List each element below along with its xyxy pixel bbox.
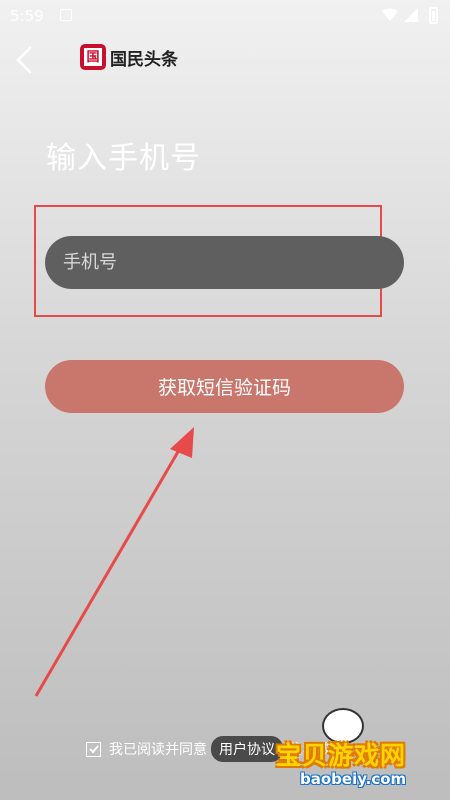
page-title: 输入手机号 <box>46 141 201 176</box>
agreement-checkbox[interactable] <box>86 741 101 757</box>
battery-icon <box>429 7 438 24</box>
wifi-icon <box>382 8 398 21</box>
phone-number-input[interactable] <box>45 236 404 289</box>
status-bar: 5:59 <box>0 0 450 32</box>
logo-text: 国民头条 <box>110 49 178 70</box>
app-logo: 国 国民头条 <box>80 44 178 70</box>
back-chevron-icon[interactable] <box>10 42 46 78</box>
watermark-url: baobeiy.com <box>300 770 407 788</box>
watermark-text: 宝贝游戏网 <box>276 741 407 770</box>
signal-icon <box>404 8 418 22</box>
agreement-prefix: 我已阅读并同意 <box>109 742 207 758</box>
status-time: 5:59 <box>10 7 44 25</box>
logo-mark: 国 <box>80 44 106 70</box>
watermark: 宝贝游戏网 baobeiy.com <box>272 708 444 796</box>
logo-mark-glyph: 国 <box>84 48 102 66</box>
notification-icon <box>60 9 72 21</box>
get-sms-code-button[interactable]: 获取短信验证码 <box>45 360 404 413</box>
checkmark-icon <box>88 745 99 754</box>
